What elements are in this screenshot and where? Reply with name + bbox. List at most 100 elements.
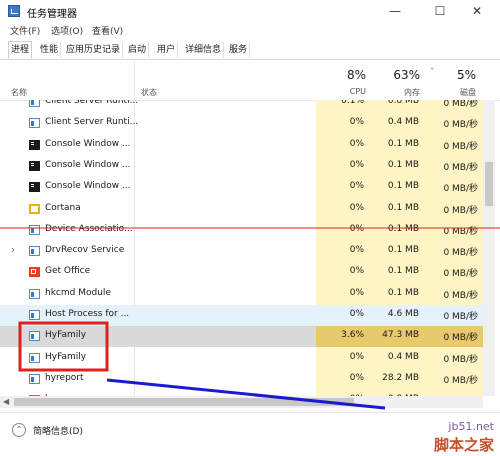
process-list: Client Server Runti... 0.1% 0.8 MB 0 MB/秒 Cl…: [0, 100, 483, 396]
tab-users[interactable]: 用户: [155, 42, 179, 58]
service-icon: [29, 331, 40, 342]
process-disk: 0 MB/秒: [443, 269, 478, 280]
menu-bar: 文件(F) 选项(O) 查看(V): [0, 22, 500, 39]
column-name[interactable]: 名称: [11, 87, 27, 98]
table-row[interactable]: Host Process for ... 0% 4.6 MB 0 MB/秒: [0, 305, 483, 326]
tab-processes[interactable]: 进程: [8, 41, 33, 59]
process-name: Cortana: [45, 202, 81, 213]
process-disk: 0 MB/秒: [443, 248, 478, 259]
table-row[interactable]: Client Server Runti... 0% 0.4 MB 0 MB/秒: [0, 113, 483, 134]
process-name: Device Associatio...: [45, 223, 133, 234]
tab-services[interactable]: 服务: [227, 42, 251, 58]
fewer-details-button[interactable]: 简略信息(D): [33, 424, 83, 437]
console-icon: [29, 139, 40, 150]
process-cpu: 0%: [349, 181, 364, 192]
cortana-icon: [29, 203, 40, 214]
process-memory: 0.1 MB: [387, 138, 419, 149]
process-cpu: 0%: [349, 159, 364, 170]
process-name: Host Process for ...: [45, 309, 130, 319]
service-icon: [29, 310, 40, 320]
process-name: Client Server Runti...: [45, 117, 139, 128]
menu-view[interactable]: 查看(V): [92, 24, 123, 37]
task-manager-icon: [8, 5, 20, 17]
horizontal-scroll-thumb[interactable]: [14, 398, 354, 406]
process-disk: 0 MB/秒: [443, 120, 478, 131]
process-disk: 0 MB/秒: [443, 100, 478, 109]
process-cpu: 0%: [349, 245, 364, 256]
process-disk: 0 MB/秒: [443, 375, 478, 386]
site-watermark: jb51.net 脚本之家: [354, 420, 494, 454]
watermark-url: jb51.net: [448, 420, 494, 433]
service-icon: [29, 224, 40, 235]
table-row[interactable]: Console Window ... 0% 0.1 MB 0 MB/秒: [0, 156, 483, 177]
table-row[interactable]: hyreport 0% 28.2 MB 0 MB/秒: [0, 369, 483, 390]
process-cpu: 0%: [349, 309, 364, 319]
table-row[interactable]: › DrvRecov Service 0% 0.1 MB 0 MB/秒: [0, 241, 483, 262]
process-cpu: 0%: [349, 287, 364, 298]
process-memory: 28.2 MB: [382, 372, 419, 383]
table-row[interactable]: hkcmd Module 0% 0.1 MB 0 MB/秒: [0, 284, 483, 305]
office-icon: [29, 267, 40, 278]
cpu-percent[interactable]: 8%: [316, 68, 366, 82]
process-cpu: 0%: [349, 202, 364, 213]
table-row[interactable]: Console Window ... 0% 0.1 MB 0 MB/秒: [0, 135, 483, 156]
service-icon: [29, 246, 40, 257]
table-row[interactable]: Device Associatio... 0% 0.1 MB 0 MB/秒: [0, 220, 483, 241]
title-bar: 任务管理器 — ☐ ✕: [0, 0, 500, 22]
column-status[interactable]: 状态: [141, 87, 157, 98]
process-memory: 0.4 MB: [387, 351, 419, 362]
memory-percent[interactable]: 63%: [372, 68, 420, 82]
horizontal-scrollbar[interactable]: ◀: [0, 396, 483, 408]
table-row[interactable]: HyFamily 3.6% 47.3 MB 0 MB/秒: [0, 326, 483, 348]
service-icon: [29, 288, 40, 299]
process-cpu: 0%: [349, 372, 364, 383]
service-icon: [29, 373, 40, 384]
column-cpu[interactable]: CPU: [316, 87, 366, 96]
process-name: Console Window ...: [45, 159, 131, 170]
maximize-button[interactable]: ☐: [425, 0, 455, 22]
tab-startup[interactable]: 启动: [126, 42, 150, 58]
process-disk: 0 MB/秒: [443, 290, 478, 301]
process-disk: 0 MB/秒: [443, 354, 478, 365]
close-button[interactable]: ✕: [462, 0, 492, 22]
process-cpu: 0.1%: [341, 100, 364, 106]
table-row[interactable]: HyFamily 0% 0.4 MB 0 MB/秒: [0, 348, 483, 369]
collapse-icon[interactable]: ⌃: [12, 423, 26, 437]
process-cpu: 3.6%: [341, 330, 364, 341]
console-icon: [29, 182, 40, 193]
menu-file[interactable]: 文件(F): [10, 24, 40, 37]
process-memory: 0.1 MB: [387, 202, 419, 213]
process-cpu: 0%: [349, 223, 364, 234]
column-disk[interactable]: 磁盘: [430, 87, 476, 98]
table-row[interactable]: Console Window ... 0% 0.1 MB 0 MB/秒: [0, 177, 483, 198]
table-row[interactable]: Get Office 0% 0.1 MB 0 MB/秒: [0, 262, 483, 283]
tab-details[interactable]: 详细信息: [183, 42, 225, 58]
process-memory: 47.3 MB: [382, 330, 419, 341]
expand-chevron-icon[interactable]: ›: [11, 245, 15, 256]
process-name: hyreport: [45, 372, 84, 383]
vertical-scrollbar[interactable]: [483, 100, 495, 396]
disk-percent[interactable]: 5%: [430, 68, 476, 82]
vertical-scroll-thumb[interactable]: [485, 162, 493, 206]
menu-options[interactable]: 选项(O): [51, 24, 83, 37]
process-name: Console Window ...: [45, 138, 131, 149]
service-icon: [29, 352, 40, 363]
minimize-button[interactable]: —: [380, 0, 410, 22]
process-name: DrvRecov Service: [45, 245, 125, 256]
process-memory: 0.1 MB: [387, 266, 419, 277]
table-row[interactable]: Cortana 0% 0.1 MB 0 MB/秒: [0, 199, 483, 220]
process-disk: 0 MB/秒: [443, 312, 478, 322]
tab-performance[interactable]: 性能: [38, 42, 62, 58]
tab-app-history[interactable]: 应用历史记录: [64, 42, 124, 58]
process-disk: 0 MB/秒: [443, 226, 478, 237]
tab-bar: 进程 性能 应用历史记录 启动 用户 详细信息 服务: [0, 40, 500, 60]
process-name: hkcmd Module: [45, 287, 111, 298]
scroll-left-icon[interactable]: ◀: [3, 396, 9, 408]
column-memory[interactable]: 内存: [372, 87, 420, 98]
process-name: Console Window ...: [45, 181, 131, 192]
process-name: Client Server Runti...: [45, 100, 139, 106]
window-title: 任务管理器: [27, 9, 77, 20]
table-row[interactable]: Client Server Runti... 0.1% 0.8 MB 0 MB/秒: [0, 100, 483, 113]
process-memory: 0.1 MB: [387, 159, 419, 170]
process-memory: 0.1 MB: [387, 181, 419, 192]
